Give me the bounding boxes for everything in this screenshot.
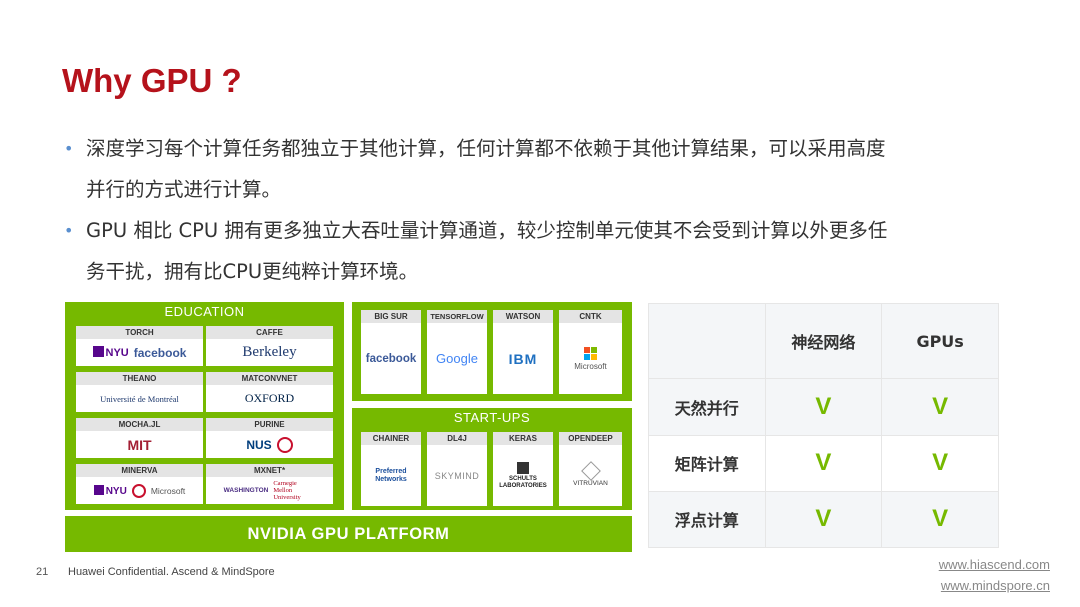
seal-icon [276, 436, 293, 453]
framework-cell-torch: TORCH NYU facebook [76, 326, 203, 366]
bullet-continuation: 并行的方式进行计算。 [62, 169, 1022, 210]
framework-cell-tensorflow: TENSORFLOW Google [427, 310, 487, 394]
nyu-logo: NYU [93, 484, 127, 497]
microsoft-logo: Microsoft [574, 361, 607, 371]
facebook-logo: facebook [365, 352, 417, 365]
nyu-logo: NYU [92, 346, 129, 359]
bullet-list: • 深度学习每个计算任务都独立于其他计算，任何计算都不依赖于其他计算结果，可以采… [62, 128, 1022, 292]
schults-logo: SCHULTS LABORATORIES [499, 475, 547, 489]
bullet-continuation: 务干扰，拥有比CPU更纯粹计算环境。 [62, 251, 1022, 292]
preferred-networks-logo: Preferred Networks [375, 467, 407, 483]
framework-cell-mocha: MOCHA.JL MIT [76, 418, 203, 458]
table-header-cell: GPUs [881, 302, 999, 380]
education-box: EDUCATION TORCH NYU facebook CAFFE Berke… [65, 302, 344, 510]
framework-cell-theano: THEANO Université de Montréal [76, 372, 203, 412]
skymind-logo: SKYMIND [434, 470, 480, 481]
mindspore-link[interactable]: www.mindspore.cn [941, 578, 1050, 593]
page-number: 21 [36, 566, 49, 578]
framework-cell-keras: KERAS SCHULTS LABORATORIES [493, 432, 553, 506]
row-header: 天然并行 [648, 378, 766, 436]
startups-box: START-UPS CHAINER Preferred Networks DL4… [352, 408, 632, 510]
table-row: 矩阵计算 V V [648, 434, 999, 492]
nus-logo: NUS [246, 437, 272, 452]
washington-logo: WASHINGTON [223, 487, 269, 494]
framework-cell-minerva: MINERVA NYU Microsoft [76, 464, 203, 504]
row-header: 矩阵计算 [648, 434, 766, 492]
framework-cell-chainer: CHAINER Preferred Networks [361, 432, 421, 506]
ibm-logo: IBM [508, 350, 538, 367]
industry-box: BIG SUR facebook TENSORFLOW Google WATSO… [352, 302, 632, 401]
framework-cell-dl4j: DL4J SKYMIND [427, 432, 487, 506]
microsoft-logo: Microsoft [150, 485, 186, 496]
comparison-table: 神经网络 GPUs 天然并行 V V 矩阵计算 V V 浮点计算 V V [648, 302, 999, 549]
check-cell: V [764, 378, 883, 436]
framework-cell-big-sur: BIG SUR facebook [361, 310, 421, 394]
microsoft-squares-icon [584, 346, 597, 360]
check-cell: V [881, 490, 999, 549]
confidential-footer: Huawei Confidential. Ascend & MindSpore [68, 566, 275, 578]
bullet-dot-icon: • [64, 139, 74, 158]
check-cell: V [881, 434, 999, 492]
table-header-cell: 神经网络 [764, 302, 883, 380]
montreal-logo: Université de Montréal [100, 393, 179, 404]
seal-icon [131, 483, 146, 498]
slide-title: Why GPU ? [62, 62, 242, 99]
check-mark-icon: V [815, 449, 832, 477]
check-mark-icon: V [932, 449, 949, 477]
mit-logo: MIT [127, 436, 152, 453]
framework-cell-cntk: CNTK Microsoft [559, 310, 622, 394]
check-mark-icon: V [932, 505, 949, 533]
row-header: 浮点计算 [648, 490, 766, 549]
hiascend-link[interactable]: www.hiascend.com [939, 557, 1050, 572]
berkeley-logo: Berkeley [242, 344, 297, 360]
check-mark-icon: V [815, 392, 832, 420]
framework-cell-matconvnet: MATCONVNET OXFORD [206, 372, 333, 412]
bullet-text: GPU 相比 CPU 拥有更多独立大吞吐量计算通道，较少控制单元使其不会受到计算… [86, 219, 888, 242]
framework-cell-watson: WATSON IBM [493, 310, 553, 394]
check-cell: V [881, 378, 999, 436]
bullet-text: 深度学习每个计算任务都独立于其他计算，任何计算都不依赖于其他计算结果，可以采用高… [86, 137, 886, 160]
table-header-cell [648, 302, 766, 380]
bullet-item: • GPU 相比 CPU 拥有更多独立大吞吐量计算通道，较少控制单元使其不会受到… [62, 210, 1022, 251]
gpu-platform-diagram: EDUCATION TORCH NYU facebook CAFFE Berke… [65, 302, 632, 552]
framework-cell-caffe: CAFFE Berkeley [206, 326, 333, 366]
framework-cell-purine: PURINE NUS [206, 418, 333, 458]
framework-cell-mxnet: MXNET* WASHINGTON Carnegie Mellon Univer… [206, 464, 333, 504]
schults-mark-icon [517, 461, 529, 474]
framework-cell-opendeep: OPENDEEP VITRUVIAN [559, 432, 622, 506]
vitruvian-mark-icon [580, 461, 601, 481]
bullet-item: • 深度学习每个计算任务都独立于其他计算，任何计算都不依赖于其他计算结果，可以采… [62, 128, 1022, 169]
google-logo: Google [436, 351, 478, 366]
facebook-logo: facebook [133, 345, 187, 360]
check-mark-icon: V [815, 505, 832, 533]
nvidia-platform-bar: NVIDIA GPU PLATFORM [65, 516, 632, 552]
check-mark-icon: V [932, 392, 949, 420]
table-row: 浮点计算 V V [648, 490, 999, 549]
bullet-dot-icon: • [64, 221, 74, 240]
table-row: 天然并行 V V [648, 378, 999, 436]
startups-header: START-UPS [453, 410, 531, 425]
table-header-row: 神经网络 GPUs [648, 302, 999, 380]
bullet-text: 并行的方式进行计算。 [86, 178, 282, 201]
oxford-logo: OXFORD [244, 391, 295, 405]
education-header: EDUCATION [164, 304, 245, 319]
bullet-text: 务干扰，拥有比CPU更纯粹计算环境。 [86, 260, 419, 283]
check-cell: V [764, 490, 883, 549]
check-cell: V [764, 434, 883, 492]
cmu-logo: Carnegie Mellon University [273, 480, 301, 501]
